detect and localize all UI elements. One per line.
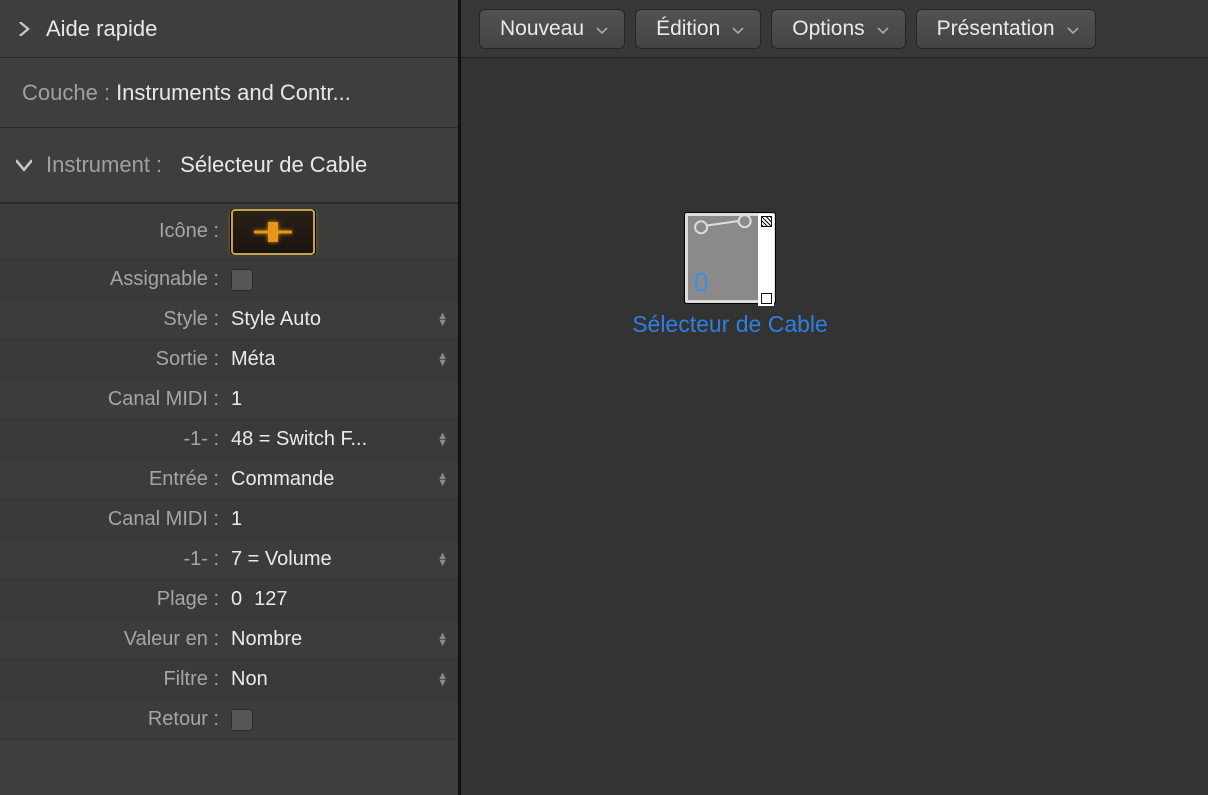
layer-value: Instruments and Contr... [116,80,351,106]
chevron-down-icon [732,17,744,41]
cable-ports-icon[interactable] [758,214,774,306]
prop-filtre-value[interactable]: Non ▲▼ [225,668,458,691]
prop-entree-row[interactable]: Entrée : Commande ▲▼ [0,460,458,500]
prop-icon-label: Icône : [0,220,225,243]
range-low[interactable]: 0 [231,588,242,611]
prop-entree-label: Entrée : [0,468,225,491]
prop-minus1b-value[interactable]: 7 = Volume ▲▼ [225,548,458,571]
prop-plage-row[interactable]: Plage : 0 127 [0,580,458,620]
prop-midi1-label: Canal MIDI : [0,388,225,411]
stepper-icon[interactable]: ▲▼ [437,473,448,487]
prop-midi2-label: Canal MIDI : [0,508,225,531]
stepper-icon[interactable]: ▲▼ [437,553,448,567]
menu-presentation[interactable]: Présentation [916,9,1096,49]
chevron-down-icon [1067,17,1079,41]
prop-midi1-value[interactable]: 1 [225,388,458,411]
prop-retour-label: Retour : [0,708,225,731]
property-list: Icône : Assignable : Style : Style Auto [0,204,458,795]
stepper-icon[interactable]: ▲▼ [437,433,448,447]
menu-options[interactable]: Options [771,9,905,49]
fader-object-label: Sélecteur de Cable [615,311,845,338]
instrument-header[interactable]: Instrument : Sélecteur de Cable [0,128,458,204]
stepper-icon[interactable]: ▲▼ [437,313,448,327]
stepper-icon[interactable]: ▲▼ [437,673,448,687]
instrument-label: Instrument : [46,152,162,178]
menubar: Nouveau Édition Options Présentation [461,0,1208,58]
prop-minus1a-value[interactable]: 48 = Switch F... ▲▼ [225,428,458,451]
quick-help-title: Aide rapide [46,16,157,42]
prop-minus1b-row[interactable]: -1- : 7 = Volume ▲▼ [0,540,458,580]
fader-object-box[interactable]: 0 [685,213,775,303]
prop-valeur-row[interactable]: Valeur en : Nombre ▲▼ [0,620,458,660]
prop-icon-value[interactable] [225,209,458,255]
fader-line-icon [696,218,750,227]
chevron-down-icon [877,17,889,41]
assignable-checkbox[interactable] [231,269,253,291]
prop-retour-row: Retour : [0,700,458,740]
prop-assignable-value [225,269,458,291]
fader-value: 0 [694,267,708,298]
stepper-icon[interactable]: ▲▼ [437,633,448,647]
chevron-down-icon [596,17,608,41]
prop-filtre-label: Filtre : [0,668,225,691]
prop-plage-value[interactable]: 0 127 [225,588,458,611]
prop-style-row[interactable]: Style : Style Auto ▲▼ [0,300,458,340]
layer-row[interactable]: Couche : Instruments and Contr... [0,58,458,128]
inspector-panel: Aide rapide Couche : Instruments and Con… [0,0,461,795]
prop-style-value[interactable]: Style Auto ▲▼ [225,308,458,331]
retour-checkbox[interactable] [231,709,253,731]
prop-sortie-label: Sortie : [0,348,225,371]
prop-filtre-row[interactable]: Filtre : Non ▲▼ [0,660,458,700]
layer-label: Couche : [22,80,110,106]
prop-sortie-row[interactable]: Sortie : Méta ▲▼ [0,340,458,380]
menu-nouveau[interactable]: Nouveau [479,9,625,49]
prop-assignable-label: Assignable : [0,268,225,291]
instrument-icon[interactable] [231,209,315,255]
prop-midi1-row[interactable]: Canal MIDI : 1 [0,380,458,420]
chevron-right-icon [16,21,32,37]
prop-sortie-value[interactable]: Méta ▲▼ [225,348,458,371]
prop-minus1a-label: -1- : [0,428,225,451]
prop-style-label: Style : [0,308,225,331]
prop-entree-value[interactable]: Commande ▲▼ [225,468,458,491]
prop-minus1b-label: -1- : [0,548,225,571]
prop-assignable-row: Assignable : [0,260,458,300]
prop-valeur-label: Valeur en : [0,628,225,651]
menu-edition[interactable]: Édition [635,9,761,49]
prop-retour-value [225,709,458,731]
prop-midi2-row[interactable]: Canal MIDI : 1 [0,500,458,540]
range-high[interactable]: 127 [254,588,287,611]
prop-midi2-value[interactable]: 1 [225,508,458,531]
prop-plage-label: Plage : [0,588,225,611]
stepper-icon[interactable]: ▲▼ [437,353,448,367]
cable-switcher-object[interactable]: 0 Sélecteur de Cable [615,213,845,338]
environment-canvas[interactable]: 0 Sélecteur de Cable [461,58,1208,795]
instrument-name: Sélecteur de Cable [180,152,367,178]
quick-help-header[interactable]: Aide rapide [0,0,458,58]
prop-valeur-value[interactable]: Nombre ▲▼ [225,628,458,651]
chevron-down-icon [16,157,32,173]
prop-icon-row: Icône : [0,204,458,260]
environment-canvas-area: Nouveau Édition Options Présentation [461,0,1208,795]
prop-minus1a-row[interactable]: -1- : 48 = Switch F... ▲▼ [0,420,458,460]
